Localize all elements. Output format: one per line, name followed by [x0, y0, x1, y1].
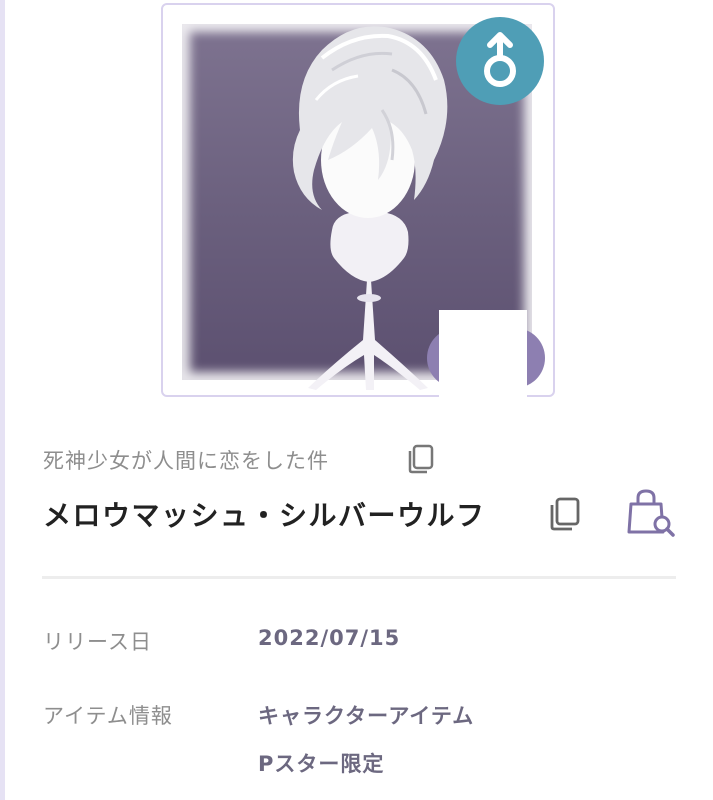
shopping-bag-search-icon[interactable]	[626, 488, 678, 540]
release-date-label: リリース日	[43, 630, 152, 654]
item-info-value-1: キャラクターアイテム	[258, 704, 475, 728]
section-divider	[42, 576, 676, 579]
item-info-label: アイテム情報	[43, 704, 173, 728]
left-edge-rail	[0, 0, 5, 800]
release-date-value: 2022/07/15	[258, 626, 401, 650]
series-title: 死神少女が人間に恋をした件	[43, 449, 329, 473]
overlay-box	[439, 310, 527, 398]
item-name: メロウマッシュ・シルバーウルフ	[43, 499, 486, 532]
item-image-card[interactable]	[161, 3, 555, 398]
item-info-value-2: Pスター限定	[258, 752, 385, 776]
copy-series-title-icon[interactable]	[405, 443, 435, 475]
male-gender-badge	[456, 17, 544, 105]
copy-item-name-icon[interactable]	[547, 496, 581, 532]
male-symbol-icon	[484, 32, 516, 87]
